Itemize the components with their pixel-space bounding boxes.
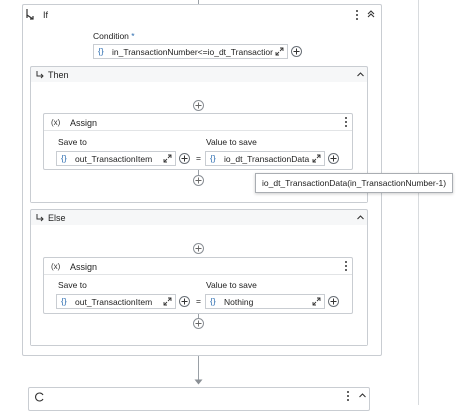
else-value-input[interactable]: {} Nothing <box>205 294 325 309</box>
next-activity-more-icon[interactable] <box>347 391 350 403</box>
then-collapse-icon[interactable] <box>356 70 365 79</box>
then-assign-divider <box>44 130 352 131</box>
required-mark: * <box>131 31 135 41</box>
then-add-bottom-icon[interactable] <box>193 175 204 186</box>
then-title: Then <box>48 70 69 80</box>
next-activity-icon <box>35 392 45 402</box>
then-value-add-button[interactable] <box>328 153 339 164</box>
else-save-to-input[interactable]: {} out_TransactionItem <box>56 294 176 309</box>
else-assign-divider <box>44 274 352 275</box>
else-assign-more-icon[interactable] <box>345 261 348 273</box>
next-activity-collapse-icon[interactable] <box>358 391 367 400</box>
else-add-top-icon[interactable] <box>193 243 204 254</box>
next-activity[interactable] <box>28 387 370 411</box>
curly-braces-icon: {} <box>98 46 104 56</box>
then-save-to-add-button[interactable] <box>179 153 190 164</box>
then-arrow-icon <box>35 70 45 79</box>
else-collapse-icon[interactable] <box>356 213 365 222</box>
then-value-input[interactable]: {} io_dt_TransactionData <box>205 151 325 166</box>
then-save-to-label: Save to <box>58 137 87 147</box>
then-save-to-input[interactable]: {} out_TransactionItem <box>56 151 176 166</box>
then-add-top-icon[interactable] <box>193 100 204 111</box>
then-assign-more-icon[interactable] <box>345 117 348 129</box>
else-equals-sign: = <box>196 296 201 306</box>
else-save-to-label: Save to <box>58 280 87 290</box>
if-more-icon[interactable] <box>356 10 359 22</box>
x-variable-icon: (x) <box>51 262 61 271</box>
value-tooltip: io_dt_TransactionData(in_TransactionNumb… <box>255 173 454 193</box>
branch-arrow-icon <box>24 8 36 20</box>
condition-input[interactable]: {} in_TransactionNumber<=io_dt_Transacti… <box>93 44 288 59</box>
if-title: If <box>43 10 49 20</box>
if-collapse-icon[interactable] <box>366 9 376 19</box>
else-value-add-button[interactable] <box>328 296 339 307</box>
else-title: Else <box>48 213 66 223</box>
curly-braces-icon: {} <box>61 296 67 306</box>
curly-braces-icon: {} <box>210 153 216 163</box>
then-equals-sign: = <box>196 153 201 163</box>
then-assign-title: Assign <box>70 118 98 128</box>
else-save-to-add-button[interactable] <box>179 296 190 307</box>
expand-diagonal-icon[interactable] <box>310 154 321 165</box>
curly-braces-icon: {} <box>61 153 67 163</box>
condition-label: Condition * <box>93 31 135 41</box>
expand-diagonal-icon[interactable] <box>273 47 284 58</box>
condition-add-button[interactable] <box>291 46 302 57</box>
else-assign-title: Assign <box>70 262 98 272</box>
canvas-divider <box>418 0 419 405</box>
else-arrow-icon <box>35 213 45 222</box>
arrow-down-icon <box>194 377 203 385</box>
else-add-bottom-icon[interactable] <box>193 318 204 329</box>
expand-diagonal-icon[interactable] <box>163 297 172 308</box>
expand-diagonal-icon[interactable] <box>312 297 321 308</box>
then-value-label: Value to save <box>206 137 257 147</box>
else-value-label: Value to save <box>206 280 257 290</box>
expand-diagonal-icon[interactable] <box>163 154 172 165</box>
x-variable-icon: (x) <box>51 118 61 127</box>
curly-braces-icon: {} <box>210 296 216 306</box>
